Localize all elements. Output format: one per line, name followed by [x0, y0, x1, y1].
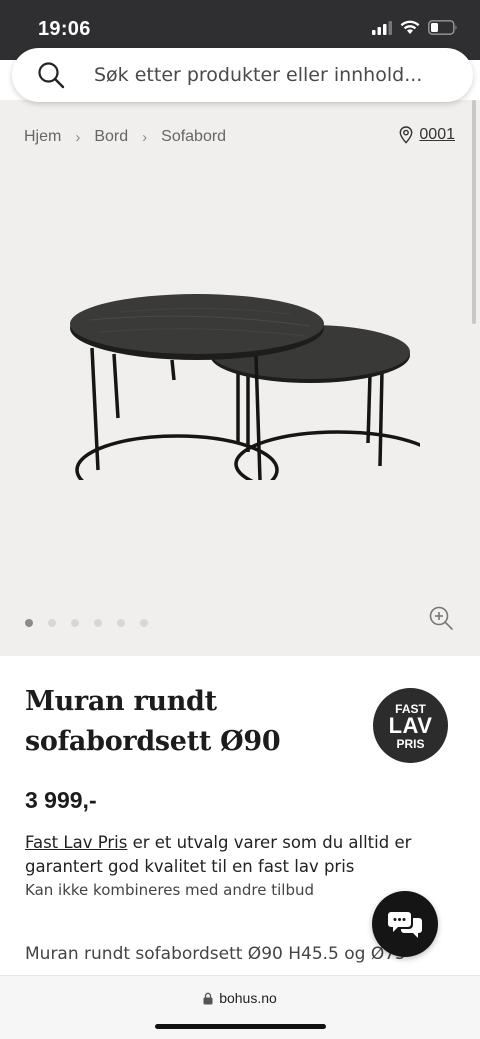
wifi-icon: [400, 20, 420, 34]
product-price: 3 999,-: [25, 787, 97, 813]
browser-bottom-bar: bohus.no: [0, 975, 480, 1039]
chat-bubbles-icon: [388, 912, 422, 938]
pagination-dot[interactable]: [94, 619, 102, 627]
url-text[interactable]: bohus.no: [219, 990, 277, 1006]
product-image[interactable]: [60, 280, 420, 480]
pagination-dot[interactable]: [140, 619, 148, 627]
pagination-dot[interactable]: [25, 619, 33, 627]
badge-line-mid: LAV: [388, 713, 433, 738]
store-number[interactable]: 0001: [419, 126, 455, 144]
chevron-right-icon: ›: [75, 128, 81, 146]
badge-line-bottom: PRIS: [396, 737, 425, 751]
search-bar[interactable]: [12, 48, 473, 102]
store-selector[interactable]: 0001: [399, 126, 455, 144]
pagination-dot[interactable]: [48, 619, 56, 627]
breadcrumb-item-home[interactable]: Hjem: [24, 128, 61, 146]
breadcrumb-item-sofabord[interactable]: Sofabord: [161, 128, 226, 146]
offer-note: Kan ikke kombineres med andre tilbud: [25, 881, 315, 899]
zoom-in-icon[interactable]: [428, 605, 454, 631]
product-info: Muran rundt sofabordsett Ø90 FAST LAV PR…: [0, 656, 480, 976]
chevron-right-icon: ›: [142, 128, 148, 146]
breadcrumb-item-bord[interactable]: Bord: [94, 128, 128, 146]
pagination-dot[interactable]: [117, 619, 125, 627]
fast-lav-pris-link[interactable]: Fast Lav Pris: [25, 833, 127, 852]
home-indicator[interactable]: [155, 1024, 326, 1029]
chat-button[interactable]: [372, 891, 438, 957]
product-title: Muran rundt sofabordsett Ø90: [25, 686, 281, 757]
status-icons: [372, 20, 458, 35]
status-time: 19:06: [38, 18, 91, 40]
fast-lav-pris-badge: FAST LAV PRIS: [373, 688, 448, 763]
scrollbar[interactable]: [472, 100, 476, 324]
search-icon: [38, 62, 65, 89]
pagination-dot[interactable]: [71, 619, 79, 627]
url-bar[interactable]: bohus.no: [0, 990, 480, 1006]
gallery-pagination: [25, 619, 148, 627]
signal-icon: [372, 20, 392, 35]
lock-icon: [203, 992, 213, 1004]
price-description: Fast Lav Pris er et utvalg varer som du …: [25, 831, 445, 879]
battery-icon: [428, 20, 457, 35]
product-gallery[interactable]: Hjem › Bord › Sofabord 0001: [0, 100, 480, 656]
location-pin-icon: [400, 126, 413, 144]
breadcrumb: Hjem › Bord › Sofabord: [24, 128, 226, 146]
search-input[interactable]: [94, 48, 454, 102]
